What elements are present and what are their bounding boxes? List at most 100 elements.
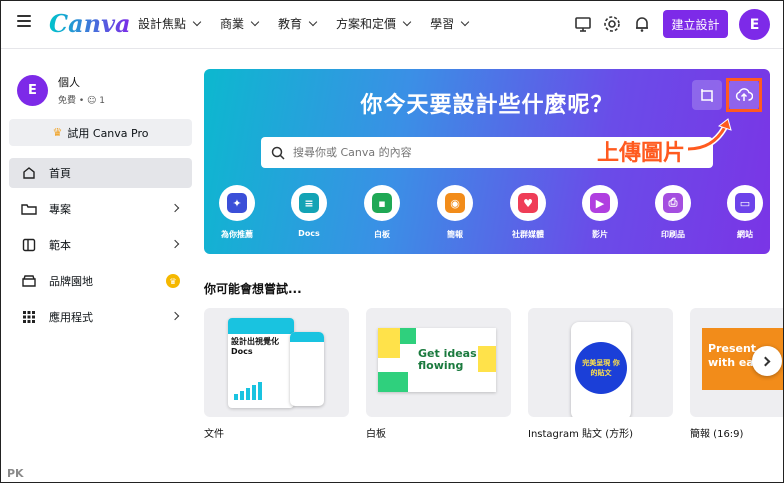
nav-business[interactable]: 商業 [220,15,260,32]
chevron-down-icon [308,17,318,27]
top-nav: 設計焦點 商業 教育 方案和定價 學習 [138,15,488,32]
nav-label: 商業 [220,17,245,31]
whiteboard-icon: ▪ [372,193,392,213]
card-label-docs: 文件 [204,429,224,440]
desktop-app-icon[interactable] [573,14,593,34]
sidebar-item-label: 品牌園地 [49,275,93,288]
suggestions-title: 你可能會想嘗試... [204,282,302,296]
nav-pricing[interactable]: 方案和定價 [336,15,412,32]
category-row: ✦ 為你推薦 ≡ Docs ▪ 白板 ◉ 簡報 ♥ 社群媒體 ▶ 影片 ⎙ 印刷… [204,185,770,245]
annotation-arrow-icon [687,118,732,152]
instagram-thumbnail-text: 完美呈現 你的貼文 [575,342,627,394]
category-label: 簡報 [447,230,463,239]
suggestion-card-docs[interactable]: 設計出視覺化Docs [204,308,349,417]
card-label-instagram: Instagram 貼文 (方形) [528,429,634,440]
nav-label: 教育 [278,17,303,31]
category-social-media[interactable]: ♥ 社群媒體 [496,185,560,240]
sidebar: E 個人 免費 • ☺ 1 ♛ 試用 Canva Pro 首頁 專案 範本 品牌… [1,50,197,482]
category-label: 影片 [592,230,608,239]
carousel-next-button[interactable] [752,346,782,376]
menu-icon[interactable] [17,15,31,29]
heart-icon: ♥ [518,193,538,213]
doc-phone-thumbnail [290,332,324,406]
pro-crown-badge: ♛ [166,274,180,288]
category-website[interactable]: ▭ 網站 [713,185,770,240]
category-icon-circle: ◉ [437,185,473,221]
website-icon: ▭ [735,193,755,213]
category-label: 為你推薦 [221,230,253,239]
chevron-right-icon [170,239,180,249]
doc-mini-chart [234,382,262,400]
sidebar-item-brand[interactable]: 品牌園地 ♛ [9,266,192,296]
nav-education[interactable]: 教育 [278,15,318,32]
nav-label: 設計焦點 [138,17,187,31]
docs-icon: ≡ [299,193,319,213]
sidebar-item-templates[interactable]: 範本 [9,230,192,260]
sidebar-item-projects[interactable]: 專案 [9,194,192,224]
try-pro-label: 試用 Canva Pro [67,126,149,140]
top-bar: Canva 設計焦點 商業 教育 方案和定價 學習 建立設計 E [1,1,783,49]
category-print[interactable]: ⎙ 印刷品 [641,185,705,240]
category-label: Docs [298,229,320,238]
apps-icon [21,309,37,325]
create-design-button[interactable]: 建立設計 [663,10,728,38]
card-label-whiteboard: 白板 [366,429,386,440]
try-pro-button[interactable]: ♛ 試用 Canva Pro [9,119,192,146]
doc-thumbnail-text: 設計出視覺化Docs [231,337,279,356]
nav-learn[interactable]: 學習 [430,15,470,32]
category-for-you[interactable]: ✦ 為你推薦 [205,185,269,240]
category-icon-circle: ≡ [291,185,327,221]
brand-icon [21,273,37,289]
crown-icon: ♛ [52,126,63,139]
account-name: 個人 [58,76,80,89]
account-plan-label: 免費 • [58,96,88,106]
chevron-down-icon [460,17,470,27]
sidebar-item-apps[interactable]: 應用程式 [9,302,192,332]
upload-highlight-box [726,78,762,112]
sidebar-item-label: 專案 [49,203,71,216]
hero-banner: 你今天要設計些什麼呢？ 上傳圖片 ✦ 為你推薦 ≡ Docs [204,69,770,254]
category-docs[interactable]: ≡ Docs [277,185,341,238]
account-switcher[interactable]: E 個人 免費 • ☺ 1 [17,74,105,106]
custom-size-button[interactable] [692,80,722,110]
doc-thumbnail-header [228,318,294,334]
watermark-logo: PK [7,467,24,480]
category-label: 社群媒體 [512,230,544,239]
gear-icon[interactable] [602,14,622,34]
sidebar-item-label: 範本 [49,239,71,252]
category-icon-circle: ▪ [364,185,400,221]
category-video[interactable]: ▶ 影片 [568,185,632,240]
chevron-down-icon [192,17,202,27]
person-icon: ☺ [87,96,97,106]
category-icon-circle: ▶ [582,185,618,221]
nav-label: 學習 [430,17,455,31]
whiteboard-thumbnail-text: Get ideas flowing [418,347,477,372]
sparkle-icon: ✦ [227,193,247,213]
suggestion-card-whiteboard[interactable]: Get ideas flowing [366,308,511,417]
home-icon [21,165,37,181]
chevron-right-icon [760,356,771,366]
sidebar-item-home[interactable]: 首頁 [9,158,192,188]
sidebar-item-label: 應用程式 [49,311,93,324]
category-icon-circle: ✦ [219,185,255,221]
sidebar-item-label: 首頁 [49,167,71,180]
chevron-right-icon [170,311,180,321]
card-label-presentation: 簡報 (16:9) [690,429,744,440]
avatar[interactable]: E [739,9,770,40]
nav-design-spotlight[interactable]: 設計焦點 [138,15,202,32]
category-presentation[interactable]: ◉ 簡報 [423,185,487,240]
chevron-right-icon [170,203,180,213]
category-label: 印刷品 [661,230,685,239]
upload-annotation: 上傳圖片 [597,141,686,166]
folder-icon [21,201,37,217]
category-icon-circle: ♥ [510,185,546,221]
bell-icon[interactable] [632,14,652,34]
doc-thumbnail: 設計出視覺化Docs [228,318,294,408]
category-label: 白板 [374,230,390,239]
canva-logo[interactable]: Canva [49,9,131,38]
template-icon [21,237,37,253]
suggestion-card-instagram[interactable]: 完美呈現 你的貼文 [528,308,673,417]
category-whiteboard[interactable]: ▪ 白板 [350,185,414,240]
account-plan: 免費 • ☺ 1 [58,93,105,106]
category-icon-circle: ▭ [727,185,763,221]
